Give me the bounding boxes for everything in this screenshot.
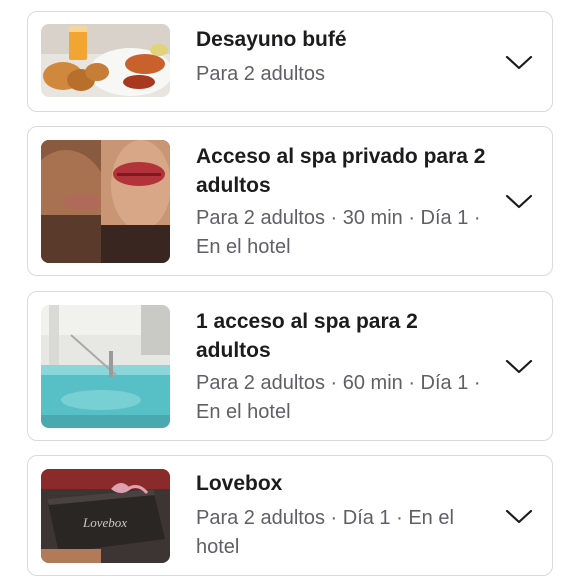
- item-meta: Para 2 adultos · 60 min · Día 1 · En el …: [196, 372, 481, 423]
- item-title: Lovebox: [196, 472, 283, 495]
- item-meta: Para 2 adultos: [196, 63, 325, 85]
- item-card-private-spa[interactable]: Acceso al spa privado para 2 adultos Par…: [27, 126, 553, 276]
- lovebox-image: Lovebox: [41, 469, 170, 563]
- item-title: 1 acceso al spa para 2 adultos: [196, 310, 418, 362]
- lovebox-logo-text: Lovebox: [82, 515, 127, 530]
- couple-image: [41, 140, 170, 263]
- chevron-down-icon[interactable]: [505, 508, 533, 526]
- chevron-down-icon[interactable]: [505, 358, 533, 376]
- item-title: Desayuno bufé: [196, 28, 347, 51]
- item-meta: Para 2 adultos · Día 1 · En el hotel: [196, 507, 454, 558]
- chevron-down-icon[interactable]: [505, 193, 533, 211]
- breakfast-image: [41, 24, 170, 97]
- item-card-breakfast[interactable]: Desayuno bufé Para 2 adultos: [27, 11, 553, 112]
- chevron-down-icon[interactable]: [505, 54, 533, 72]
- item-card-lovebox[interactable]: Lovebox Lovebox Para 2 adultos · Día 1 ·…: [27, 455, 553, 576]
- item-card-spa-access[interactable]: 1 acceso al spa para 2 adultos Para 2 ad…: [27, 291, 553, 441]
- item-meta: Para 2 adultos · 30 min · Día 1 · En el …: [196, 207, 481, 258]
- spa-pool-image: [41, 305, 170, 428]
- item-title: Acceso al spa privado para 2 adultos: [196, 145, 486, 197]
